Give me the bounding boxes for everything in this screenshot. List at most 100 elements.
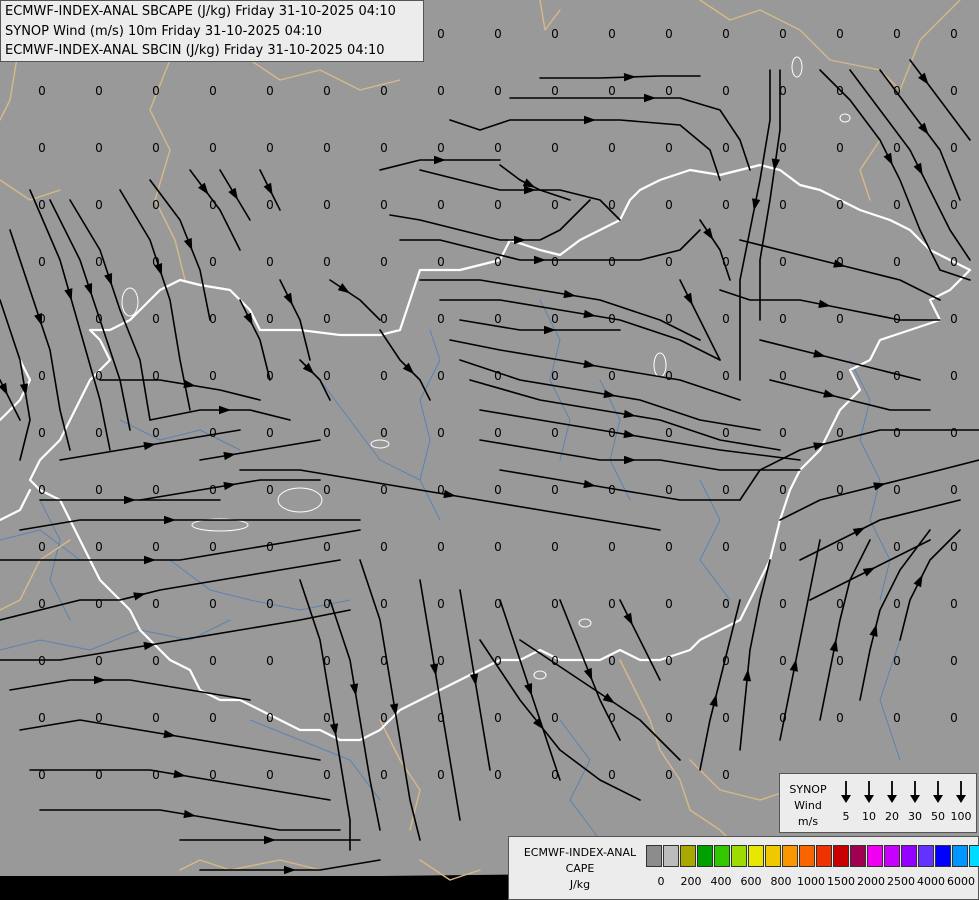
cape-value-label: 0 bbox=[152, 141, 160, 155]
cape-value-label: 0 bbox=[152, 768, 160, 782]
cape-value-label: 0 bbox=[836, 84, 844, 98]
cape-value-label: 0 bbox=[323, 369, 331, 383]
cape-value-label: 0 bbox=[437, 141, 445, 155]
cape-color-legend: ECMWF-INDEX-ANAL CAPE J/kg 0 200 400 600 800… bbox=[508, 836, 979, 900]
cape-value-label: 0 bbox=[836, 540, 844, 554]
cape-value-label: 0 bbox=[38, 540, 46, 554]
cape-tick-label: 6000 bbox=[947, 875, 975, 888]
cape-value-label: 0 bbox=[893, 312, 901, 326]
cape-value-label: 0 bbox=[209, 711, 217, 725]
cape-value-label: 0 bbox=[551, 768, 559, 782]
cape-value-label: 0 bbox=[152, 255, 160, 269]
cape-value-label: 0 bbox=[950, 27, 958, 41]
cape-value-label: 0 bbox=[722, 483, 730, 497]
cape-tick-label: 2000 bbox=[857, 875, 885, 888]
cape-value-label: 0 bbox=[38, 426, 46, 440]
cape-value-label: 0 bbox=[950, 369, 958, 383]
cape-tick-label: 2500 bbox=[887, 875, 915, 888]
cape-value-label: 0 bbox=[38, 312, 46, 326]
cape-value-label: 0 bbox=[722, 654, 730, 668]
cape-value-label: 0 bbox=[722, 426, 730, 440]
cape-color-swatch bbox=[884, 845, 900, 867]
cape-value-label: 0 bbox=[950, 483, 958, 497]
cape-value-label: 0 bbox=[38, 711, 46, 725]
cape-color-swatch bbox=[646, 845, 662, 867]
cape-value-label: 0 bbox=[779, 540, 787, 554]
cape-color-swatch bbox=[918, 845, 934, 867]
cape-value-label: 0 bbox=[722, 768, 730, 782]
cape-value-label: 0 bbox=[551, 654, 559, 668]
cape-value-label: 0 bbox=[893, 597, 901, 611]
cape-value-label: 0 bbox=[779, 255, 787, 269]
cape-value-label: 0 bbox=[323, 255, 331, 269]
cape-value-label: 0 bbox=[380, 597, 388, 611]
cape-value-label: 0 bbox=[494, 768, 502, 782]
cape-value-label: 0 bbox=[665, 141, 673, 155]
cape-value-label: 0 bbox=[779, 597, 787, 611]
synop-legend-subtitle: Wind bbox=[794, 799, 822, 812]
synop-wind-legend: SYNOP Wind m/s 5 10 20 30 50 100 bbox=[779, 773, 977, 833]
synop-legend-title: SYNOP bbox=[789, 783, 827, 796]
cape-value-label: 0 bbox=[152, 597, 160, 611]
cape-value-label: 0 bbox=[722, 84, 730, 98]
cape-value-label: 0 bbox=[608, 597, 616, 611]
map-title-box: ECMWF-INDEX-ANAL SBCAPE (J/kg) Friday 31… bbox=[0, 0, 424, 62]
cape-value-label: 0 bbox=[836, 255, 844, 269]
cape-value-label: 0 bbox=[494, 597, 502, 611]
cape-value-label: 0 bbox=[608, 255, 616, 269]
cape-value-label: 0 bbox=[152, 654, 160, 668]
cape-value-label: 0 bbox=[95, 654, 103, 668]
cape-value-label: 0 bbox=[494, 84, 502, 98]
cape-value-label: 0 bbox=[722, 540, 730, 554]
cape-value-label: 0 bbox=[722, 255, 730, 269]
cape-tick-label: 200 bbox=[680, 875, 702, 888]
cape-value-label: 0 bbox=[608, 369, 616, 383]
cape-value-label: 0 bbox=[494, 483, 502, 497]
cape-value-label: 0 bbox=[152, 312, 160, 326]
cape-color-swatch bbox=[952, 845, 968, 867]
cape-legend-title: ECMWF-INDEX-ANAL bbox=[523, 846, 637, 859]
cape-value-label: 0 bbox=[95, 84, 103, 98]
cape-value-label: 0 bbox=[209, 84, 217, 98]
cape-color-swatch bbox=[714, 845, 730, 867]
cape-value-label: 0 bbox=[437, 312, 445, 326]
synop-legend-unit: m/s bbox=[797, 815, 819, 828]
cape-value-label: 0 bbox=[665, 654, 673, 668]
cape-color-swatch bbox=[901, 845, 917, 867]
cape-value-label: 0 bbox=[95, 369, 103, 383]
cape-value-label: 0 bbox=[38, 141, 46, 155]
cape-value-label: 0 bbox=[437, 255, 445, 269]
cape-value-label: 0 bbox=[209, 312, 217, 326]
cape-value-label: 0 bbox=[722, 312, 730, 326]
cape-value-label: 0 bbox=[722, 198, 730, 212]
cape-value-label: 0 bbox=[551, 711, 559, 725]
synop-legend-value: 100 bbox=[950, 810, 972, 823]
cape-value-label: 0 bbox=[950, 540, 958, 554]
cape-value-label: 0 bbox=[266, 141, 274, 155]
cape-value-label: 0 bbox=[779, 141, 787, 155]
cape-value-label: 0 bbox=[380, 654, 388, 668]
cape-value-label: 0 bbox=[665, 27, 673, 41]
synop-arrow-icon bbox=[836, 780, 856, 804]
cape-value-label: 0 bbox=[893, 426, 901, 440]
cape-value-label: 0 bbox=[437, 27, 445, 41]
cape-value-label: 0 bbox=[836, 369, 844, 383]
cape-value-label: 0 bbox=[665, 198, 673, 212]
cape-value-label: 0 bbox=[494, 369, 502, 383]
cape-value-label: 0 bbox=[836, 312, 844, 326]
cape-value-label: 0 bbox=[608, 711, 616, 725]
cape-value-label: 0 bbox=[380, 141, 388, 155]
cape-value-label: 0 bbox=[38, 84, 46, 98]
cape-value-label: 0 bbox=[437, 597, 445, 611]
cape-value-label: 0 bbox=[266, 198, 274, 212]
cape-value-label: 0 bbox=[608, 768, 616, 782]
cape-value-label: 0 bbox=[722, 711, 730, 725]
cape-value-label: 0 bbox=[779, 654, 787, 668]
cape-value-label: 0 bbox=[38, 654, 46, 668]
cape-value-label: 0 bbox=[950, 84, 958, 98]
cape-color-swatch bbox=[935, 845, 951, 867]
cape-value-label: 0 bbox=[779, 426, 787, 440]
cape-value-label: 0 bbox=[209, 369, 217, 383]
cape-value-label: 0 bbox=[266, 369, 274, 383]
cape-value-label: 0 bbox=[437, 768, 445, 782]
